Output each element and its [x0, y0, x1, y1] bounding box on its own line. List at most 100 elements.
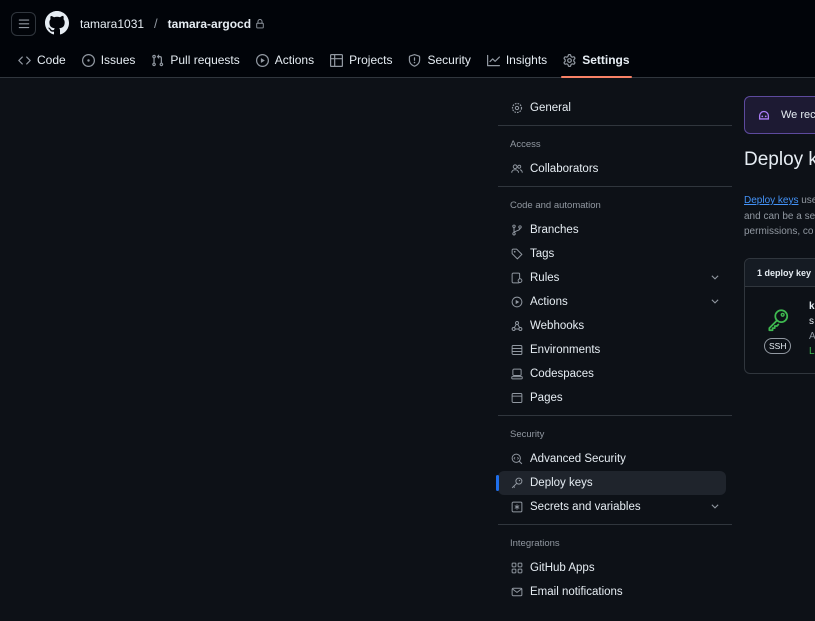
- sidebar-item-label: Actions: [530, 296, 568, 308]
- sidebar-item-github-apps[interactable]: GitHub Apps: [498, 556, 732, 580]
- deploy-key-title: k: [809, 301, 815, 312]
- tab-projects[interactable]: Projects: [322, 46, 400, 74]
- sidebar-item-general[interactable]: General: [498, 96, 732, 120]
- sidebar-item-tags[interactable]: Tags: [498, 242, 732, 266]
- sidebar-item-pages[interactable]: Pages: [498, 386, 732, 410]
- chevron-down-icon[interactable]: [710, 272, 720, 282]
- sidebar-item-label: Branches: [530, 224, 579, 236]
- page-description: Deploy keys use and can be a se permissi…: [744, 193, 815, 240]
- sidebar-item-environments[interactable]: Environments: [498, 338, 732, 362]
- mail-icon: [510, 585, 524, 599]
- tab-actions[interactable]: Actions: [248, 46, 322, 74]
- divider: [498, 125, 732, 126]
- sidebar-item-webhooks[interactable]: Webhooks: [498, 314, 732, 338]
- tab-label: Settings: [582, 53, 630, 67]
- tab-code[interactable]: Code: [10, 46, 74, 74]
- people-icon: [510, 162, 524, 176]
- settings-sidebar: General Access Collaborators Code and au…: [496, 96, 732, 604]
- shield-icon: [409, 53, 421, 67]
- deploy-key-row: SSH k s A L: [745, 287, 815, 373]
- sidebar-item-rules[interactable]: Rules: [498, 266, 732, 290]
- repo-tabs: Code Issues Pull requests Actions Projec…: [10, 46, 638, 78]
- divider: [498, 415, 732, 416]
- banner-text: We reco: [781, 109, 815, 121]
- repo-rules-icon: [510, 271, 524, 285]
- webhook-icon: [510, 319, 524, 333]
- menu-button[interactable]: [11, 12, 36, 36]
- deploy-key-fingerprint: s: [809, 316, 814, 327]
- sidebar-item-advanced-security[interactable]: Advanced Security: [498, 447, 732, 471]
- sidebar-item-label: Advanced Security: [530, 453, 626, 465]
- deploy-keys-list: 1 deploy key SSH k s A L: [744, 258, 815, 374]
- sidebar-item-label: Webhooks: [530, 320, 585, 332]
- recommendation-banner: We reco: [744, 96, 815, 134]
- desc-text: and can be a se: [744, 210, 815, 222]
- tab-security[interactable]: Security: [400, 46, 478, 74]
- deploy-keys-count: 1 deploy key: [745, 259, 815, 287]
- desc-text: permissions, co: [744, 226, 814, 237]
- chevron-down-icon[interactable]: [710, 296, 720, 306]
- sidebar-item-label: GitHub Apps: [530, 562, 595, 574]
- divider: [498, 186, 732, 187]
- desc-text: use: [801, 195, 815, 206]
- gear-icon: [510, 101, 524, 115]
- sidebar-heading-code-automation: Code and automation: [510, 199, 601, 211]
- breadcrumb-repo-link[interactable]: tamara-argocd: [168, 17, 251, 31]
- copilot-icon: [758, 110, 770, 120]
- codescan-icon: [510, 452, 524, 466]
- lock-icon: [255, 18, 265, 29]
- sidebar-item-secrets-variables[interactable]: Secrets and variables: [498, 495, 732, 519]
- tab-pull-requests[interactable]: Pull requests: [143, 46, 247, 74]
- divider: [498, 524, 732, 525]
- apps-icon: [510, 561, 524, 575]
- sidebar-item-branches[interactable]: Branches: [498, 218, 732, 242]
- issue-icon: [81, 53, 95, 67]
- key-icon: [510, 476, 524, 490]
- browser-icon: [510, 391, 524, 405]
- page-title: Deploy k: [744, 149, 815, 170]
- sidebar-item-label: Tags: [530, 248, 555, 260]
- tab-label: Security: [427, 53, 471, 67]
- sidebar-item-label: Rules: [530, 272, 560, 284]
- sidebar-item-label: Environments: [530, 344, 601, 356]
- sidebar-item-codespaces[interactable]: Codespaces: [498, 362, 732, 386]
- sidebar-item-label: Pages: [530, 392, 563, 404]
- table-icon: [330, 53, 344, 67]
- deploy-key-last-used: L: [809, 346, 815, 357]
- pull-request-icon: [152, 53, 164, 66]
- tab-insights[interactable]: Insights: [479, 46, 555, 74]
- sidebar-item-label: Deploy keys: [530, 477, 593, 489]
- sidebar-item-label: Secrets and variables: [530, 501, 641, 513]
- deploy-keys-docs-link[interactable]: Deploy keys: [744, 195, 798, 206]
- sidebar-item-label: Collaborators: [530, 163, 599, 175]
- sidebar-item-label: Email notifications: [530, 586, 623, 598]
- gear-icon: [563, 53, 576, 67]
- chevron-down-icon[interactable]: [710, 501, 720, 511]
- sidebar-item-collaborators[interactable]: Collaborators: [498, 157, 732, 181]
- deploy-key-added: A: [809, 329, 815, 344]
- repo-header: tamara1031 / tamara-argocd Code Issues P…: [0, 0, 815, 78]
- sidebar-item-label: Codespaces: [530, 368, 594, 380]
- tab-issues[interactable]: Issues: [74, 46, 144, 74]
- codespaces-icon: [510, 367, 524, 381]
- sidebar-item-actions[interactable]: Actions: [498, 290, 732, 314]
- github-logo-icon[interactable]: [45, 11, 69, 35]
- sidebar-heading-access: Access: [510, 138, 541, 150]
- play-icon: [255, 53, 269, 67]
- branch-icon: [510, 223, 524, 237]
- breadcrumb: tamara1031 / tamara-argocd: [80, 16, 265, 31]
- sidebar-item-label: General: [530, 102, 571, 114]
- graph-icon: [486, 54, 500, 66]
- deploy-key-details: k s A L: [809, 299, 815, 359]
- asterisk-icon: [510, 500, 524, 514]
- sidebar-heading-security: Security: [510, 428, 545, 440]
- server-icon: [510, 343, 524, 357]
- tab-label: Pull requests: [170, 53, 240, 67]
- ssh-badge: SSH: [764, 338, 792, 354]
- sidebar-item-deploy-keys[interactable]: Deploy keys: [496, 471, 726, 495]
- sidebar-item-email-notifications[interactable]: Email notifications: [498, 580, 732, 604]
- breadcrumb-owner-link[interactable]: tamara1031: [80, 17, 144, 31]
- tab-label: Insights: [505, 53, 548, 67]
- tab-settings[interactable]: Settings: [555, 46, 637, 78]
- key-icon: [768, 309, 789, 332]
